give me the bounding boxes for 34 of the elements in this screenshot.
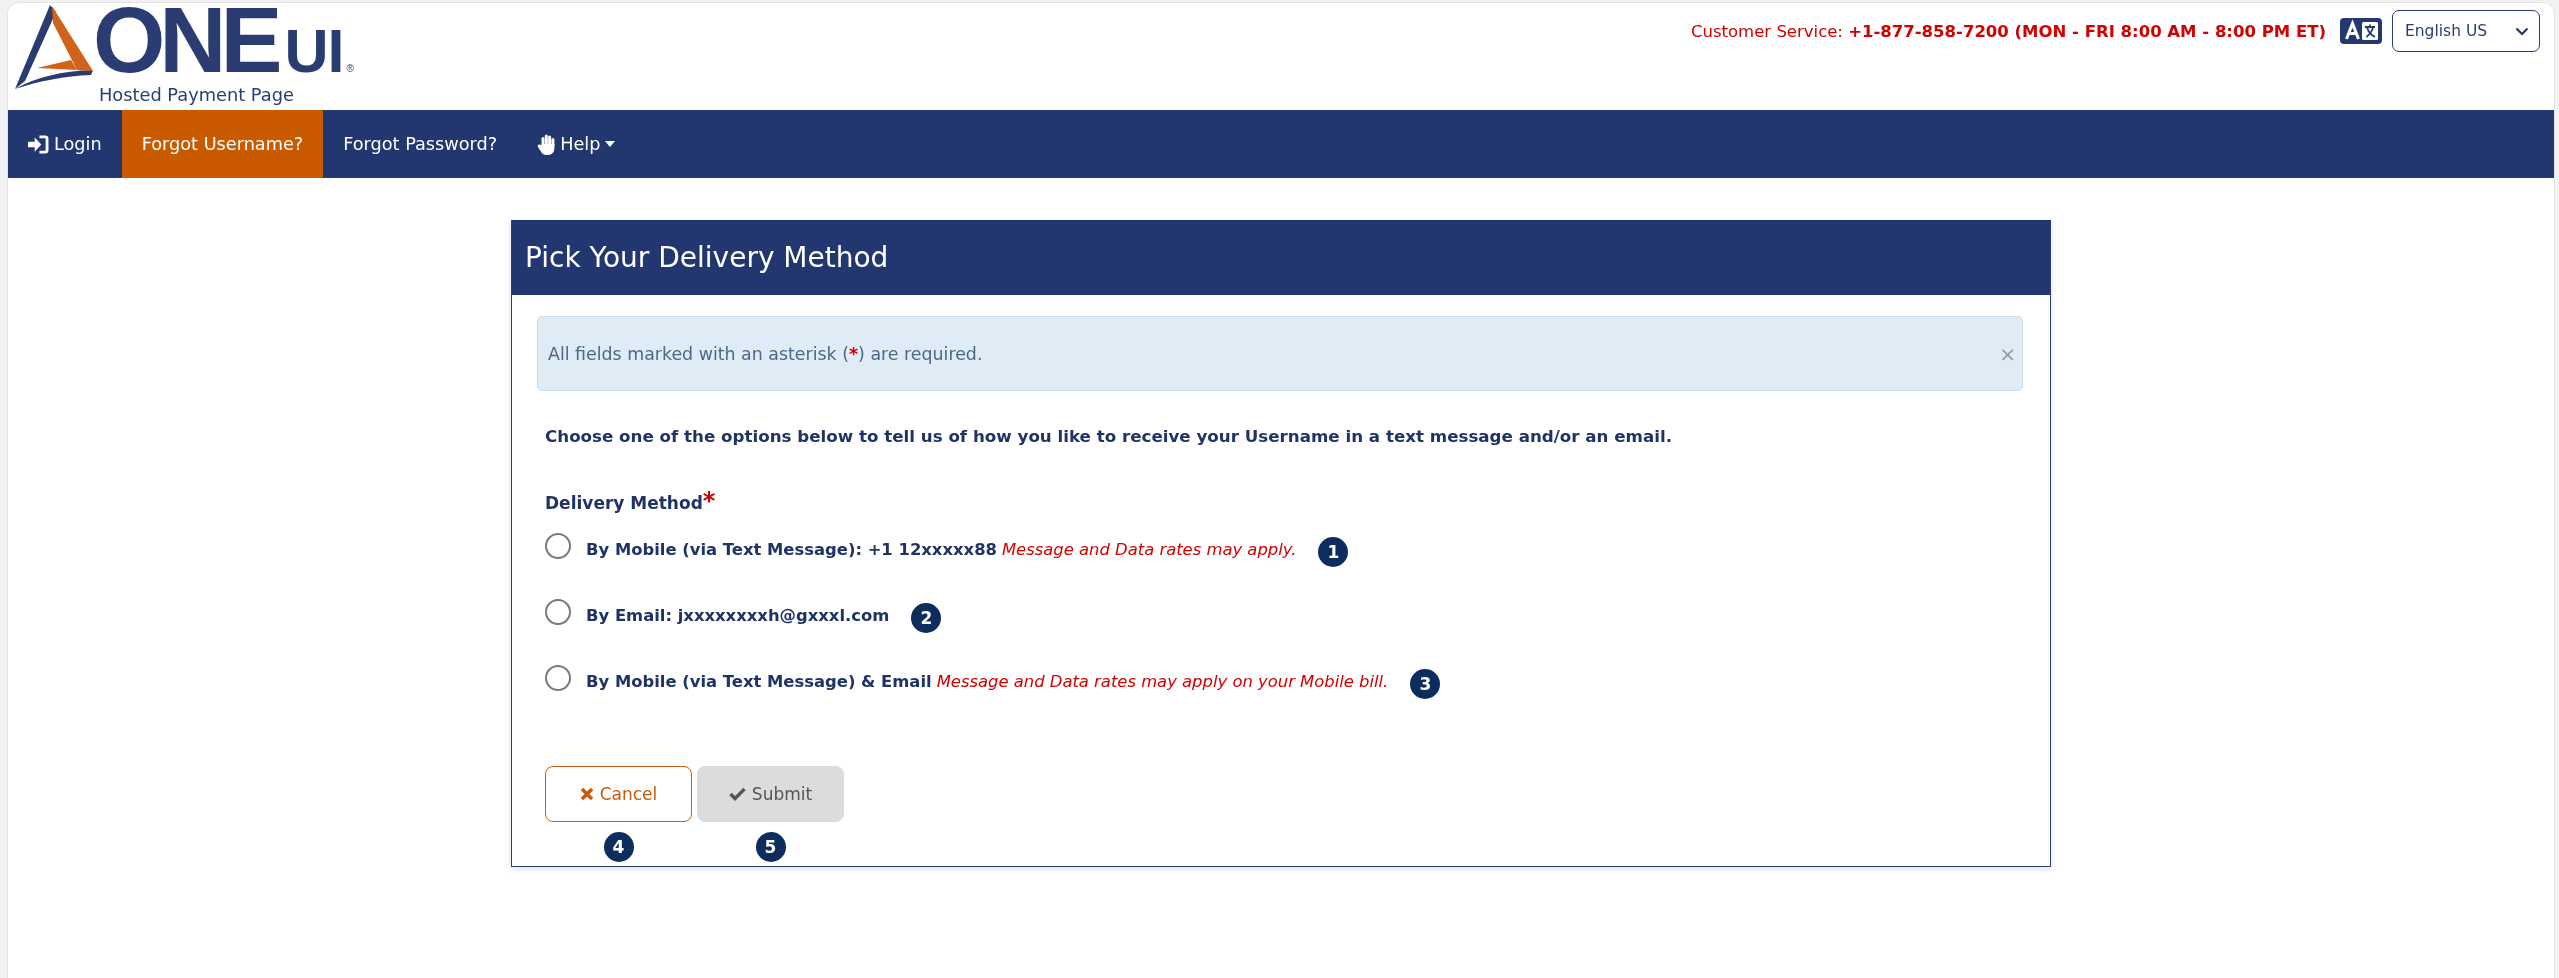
step-marker: 4 xyxy=(603,832,634,862)
radio-button[interactable] xyxy=(545,665,571,691)
x-icon xyxy=(579,787,594,801)
option-label[interactable]: By Mobile (via Text Message) & Email xyxy=(586,671,932,691)
nav-link[interactable]: Help xyxy=(517,110,636,178)
step-marker: 5 xyxy=(755,832,786,862)
alert-text: All fields marked with an asterisk (*) are required. xyxy=(548,343,983,364)
instruction-text: Choose one of the options below to tell us of how you like to receive your Username in a text message and/or an email. xyxy=(545,425,1674,447)
chevron-down-icon xyxy=(2515,26,2529,36)
rate-note: Message and Data rates may apply on your Mobile bill. xyxy=(936,671,1389,691)
language-select[interactable]: English US xyxy=(2392,10,2540,52)
step-marker: 2 xyxy=(911,603,942,633)
check-icon xyxy=(728,787,746,801)
customer-service-text: Customer Service: +1-877-858-7200 (MON - FRI 8:00 AM - 8:00 PM ET) xyxy=(1691,21,2326,41)
nav-link[interactable]: Forgot Username? xyxy=(121,110,324,178)
nav-link[interactable]: Forgot Password? xyxy=(323,110,518,178)
field-label: Delivery Method* xyxy=(545,491,716,515)
nav-link[interactable]: Login xyxy=(8,110,122,178)
step-marker: 3 xyxy=(1410,669,1441,699)
translate-icon xyxy=(2340,18,2382,44)
card-title: Pick Your Delivery Method xyxy=(525,241,889,274)
hand-icon xyxy=(537,133,556,155)
logo-tagline: Hosted Payment Page xyxy=(99,84,294,105)
radio-button[interactable] xyxy=(545,533,571,559)
option-label[interactable]: By Email: jxxxxxxxxh@gxxxl.com xyxy=(586,605,890,625)
caret-down-icon xyxy=(605,141,616,147)
rate-note: Message and Data rates may apply. xyxy=(1001,539,1297,559)
logo-wordmark: ONEUI® xyxy=(93,5,354,75)
radio-button[interactable] xyxy=(545,599,571,625)
triangle-logo-icon xyxy=(15,5,93,89)
option-label[interactable]: By Mobile (via Text Message): +1 12xxxxx88 xyxy=(586,539,997,559)
cancel-button[interactable]: Cancel xyxy=(545,766,692,822)
sign-in-icon xyxy=(28,134,49,154)
step-marker: 1 xyxy=(1318,537,1349,567)
